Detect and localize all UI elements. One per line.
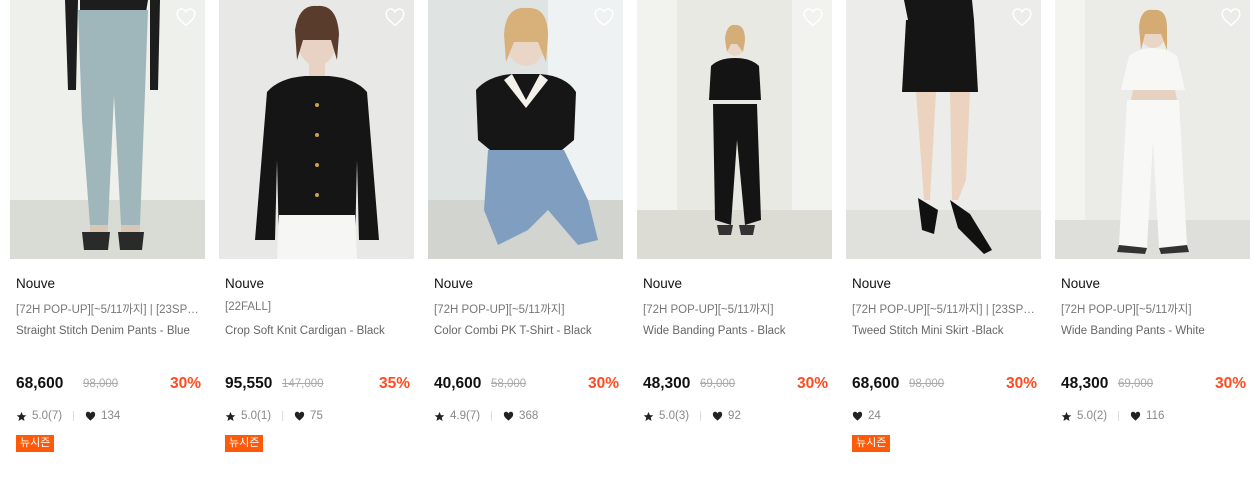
product-name[interactable]: Tweed Stitch Mini Skirt -Black xyxy=(852,325,1038,337)
product-image[interactable] xyxy=(1055,0,1250,259)
rating-text: 4.9(7) xyxy=(450,410,481,422)
original-price: 98,000 xyxy=(83,378,119,390)
wishlist-heart-icon[interactable] xyxy=(1011,7,1033,29)
product-name[interactable]: Straight Stitch Denim Pants - Blue xyxy=(16,325,202,337)
original-price: 98,000 xyxy=(909,378,945,390)
divider xyxy=(282,411,284,421)
product-tag: [72H POP-UP][~5/11까지] | [23SPRING] xyxy=(852,304,1038,316)
product-card[interactable]: Nouve [72H POP-UP][~5/11까지] | [23SPRING]… xyxy=(10,0,205,483)
product-grid: Nouve [72H POP-UP][~5/11까지] | [23SPRING]… xyxy=(0,0,1254,483)
discount-rate: 30% xyxy=(169,375,201,392)
sale-price: 48,300 xyxy=(1061,375,1109,392)
brand-name[interactable]: Nouve xyxy=(434,276,473,291)
rating-text: 5.0(3) xyxy=(659,410,690,422)
product-image[interactable] xyxy=(10,0,205,259)
divider xyxy=(1118,411,1120,421)
new-season-badge: 뉴시즌 xyxy=(225,435,264,452)
product-meta: 24 xyxy=(852,410,881,422)
heart-icon xyxy=(503,411,514,421)
rating-text: 5.0(2) xyxy=(1077,410,1108,422)
heart-icon xyxy=(852,411,863,421)
likes-count: 24 xyxy=(868,410,881,422)
product-tag: [72H POP-UP][~5/11까지] xyxy=(643,304,774,316)
discount-rate: 30% xyxy=(1005,375,1037,392)
rating-text: 5.0(7) xyxy=(32,410,63,422)
product-card[interactable]: Nouve [22FALL] Crop Soft Knit Cardigan -… xyxy=(219,0,414,483)
brand-name[interactable]: Nouve xyxy=(643,276,682,291)
original-price: 147,000 xyxy=(282,378,324,390)
likes-count: 134 xyxy=(101,410,121,422)
new-season-badge: 뉴시즌 xyxy=(852,435,891,452)
product-name[interactable]: Wide Banding Pants - Black xyxy=(643,325,829,337)
star-icon xyxy=(643,411,654,421)
product-tag: [22FALL] xyxy=(225,301,272,313)
product-image[interactable] xyxy=(637,0,832,259)
sale-price: 40,600 xyxy=(434,375,482,392)
sale-price: 95,550 xyxy=(225,375,273,392)
product-image[interactable] xyxy=(428,0,623,259)
sale-price: 48,300 xyxy=(643,375,691,392)
original-price: 58,000 xyxy=(491,378,527,390)
star-icon xyxy=(225,411,236,421)
product-name[interactable]: Wide Banding Pants - White xyxy=(1061,325,1247,337)
wishlist-heart-icon[interactable] xyxy=(175,7,197,29)
original-price: 69,000 xyxy=(1118,378,1154,390)
star-icon xyxy=(434,411,445,421)
product-card[interactable]: Nouve [72H POP-UP][~5/11까지] Wide Banding… xyxy=(637,0,832,483)
star-icon xyxy=(16,411,27,421)
original-price: 69,000 xyxy=(700,378,736,390)
product-meta: 5.0(7) 134 xyxy=(16,410,120,422)
discount-rate: 30% xyxy=(587,375,619,392)
product-card[interactable]: Nouve [72H POP-UP][~5/11까지] Color Combi … xyxy=(428,0,623,483)
wishlist-heart-icon[interactable] xyxy=(384,7,406,29)
product-name[interactable]: Color Combi PK T-Shirt - Black xyxy=(434,325,620,337)
rating-text: 5.0(1) xyxy=(241,410,272,422)
heart-icon xyxy=(85,411,96,421)
sale-price: 68,600 xyxy=(852,375,900,392)
brand-name[interactable]: Nouve xyxy=(225,276,264,291)
discount-rate: 30% xyxy=(796,375,828,392)
likes-count: 368 xyxy=(519,410,539,422)
heart-icon xyxy=(294,411,305,421)
product-meta: 5.0(1) 75 xyxy=(225,410,323,422)
new-season-badge: 뉴시즌 xyxy=(16,435,55,452)
likes-count: 116 xyxy=(1146,410,1165,422)
divider xyxy=(491,411,493,421)
product-card[interactable]: Nouve [72H POP-UP][~5/11까지] Wide Banding… xyxy=(1055,0,1250,483)
product-meta: 5.0(3) 92 xyxy=(643,410,741,422)
star-icon xyxy=(1061,411,1072,421)
product-meta: 4.9(7) 368 xyxy=(434,410,538,422)
discount-rate: 30% xyxy=(1214,375,1246,392)
product-card[interactable]: Nouve [72H POP-UP][~5/11까지] | [23SPRING]… xyxy=(846,0,1041,483)
product-image[interactable] xyxy=(219,0,414,259)
product-tag: [72H POP-UP][~5/11까지] xyxy=(434,304,565,316)
discount-rate: 35% xyxy=(378,375,410,392)
brand-name[interactable]: Nouve xyxy=(1061,276,1100,291)
product-tag: [72H POP-UP][~5/11까지] xyxy=(1061,304,1192,316)
wishlist-heart-icon[interactable] xyxy=(593,7,615,29)
likes-count: 75 xyxy=(310,410,323,422)
likes-count: 92 xyxy=(728,410,741,422)
product-tag: [72H POP-UP][~5/11까지] | [23SPRING] xyxy=(16,304,202,316)
wishlist-heart-icon[interactable] xyxy=(1220,7,1242,29)
sale-price: 68,600 xyxy=(16,375,64,392)
wishlist-heart-icon[interactable] xyxy=(802,7,824,29)
divider xyxy=(73,411,75,421)
brand-name[interactable]: Nouve xyxy=(16,276,55,291)
product-meta: 5.0(2) 116 xyxy=(1061,410,1164,422)
product-image[interactable] xyxy=(846,0,1041,259)
product-name[interactable]: Crop Soft Knit Cardigan - Black xyxy=(225,325,411,337)
brand-name[interactable]: Nouve xyxy=(852,276,891,291)
heart-icon xyxy=(1130,411,1141,421)
divider xyxy=(700,411,702,421)
heart-icon xyxy=(712,411,723,421)
